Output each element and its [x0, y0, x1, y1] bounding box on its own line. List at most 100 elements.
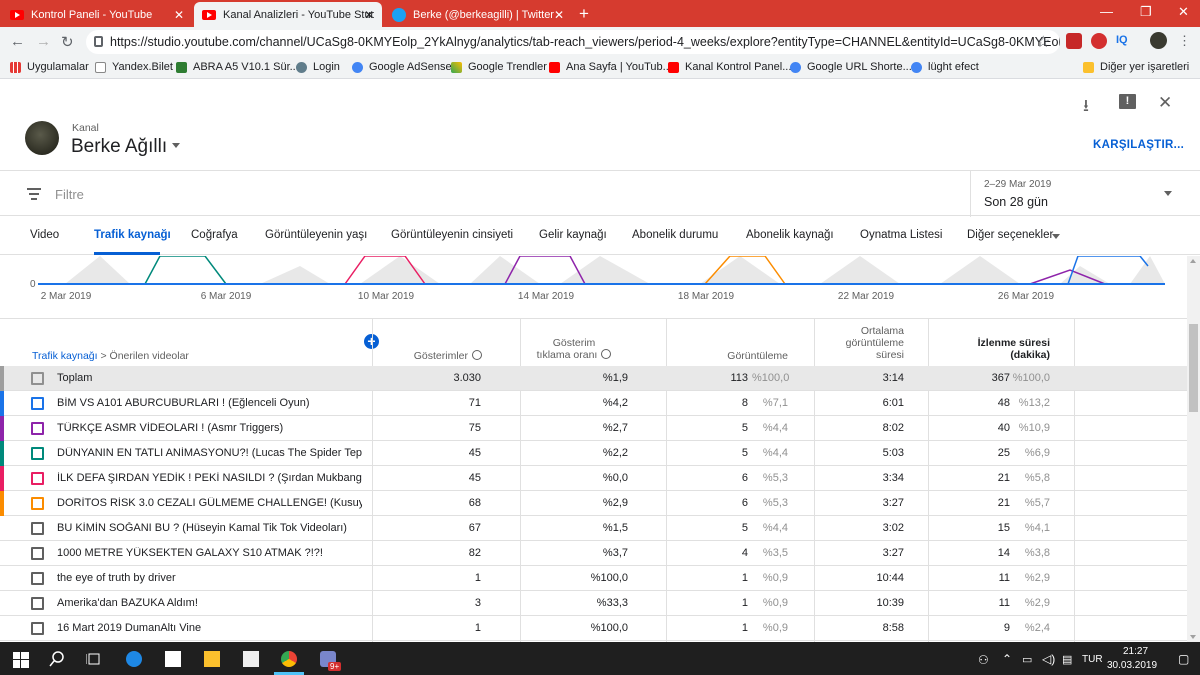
- row-checkbox[interactable]: [31, 447, 44, 460]
- window-close-icon[interactable]: ✕: [1178, 4, 1189, 20]
- scroll-down-icon[interactable]: [1190, 635, 1196, 639]
- clock-time[interactable]: 21:27: [1123, 646, 1148, 657]
- table-row[interactable]: DORİTOS RİSK 3.0 CEZALI GÜLMEME CHALLENG…: [0, 491, 1187, 516]
- tab-viewer-gender[interactable]: Görüntüleyenin cinsiyeti: [391, 229, 513, 241]
- video-title[interactable]: Amerika'dan BAZUKA Aldım!: [57, 597, 362, 609]
- bookmark-url-shortener[interactable]: Google URL Shorte...: [790, 61, 912, 73]
- download-icon[interactable]: ⭳: [1083, 93, 1089, 122]
- restore-icon[interactable]: ❐: [1140, 4, 1152, 20]
- tab-viewer-age[interactable]: Görüntüleyenin yaşı: [265, 229, 367, 241]
- bookmark-youtube-home[interactable]: Ana Sayfa | YouTub...: [549, 61, 672, 73]
- row-checkbox[interactable]: [31, 372, 44, 385]
- store-icon[interactable]: [243, 651, 259, 667]
- search-icon[interactable]: [49, 651, 65, 667]
- table-row[interactable]: BİM VS A101 ABURCUBURLARI ! (Eğlenceli O…: [0, 391, 1187, 416]
- vertical-scrollbar[interactable]: [1187, 256, 1200, 642]
- table-row[interactable]: DÜNYANIN EN TATLI ANİMASYONU?! (Lucas Th…: [0, 441, 1187, 466]
- channel-name[interactable]: Berke Ağıllı: [71, 136, 167, 158]
- bookmark-login[interactable]: Login: [296, 61, 340, 73]
- close-icon[interactable]: ✕: [1158, 93, 1172, 113]
- tab-playlist[interactable]: Oynatma Listesi: [860, 229, 942, 241]
- scroll-up-icon[interactable]: [1190, 259, 1196, 263]
- new-tab-button[interactable]: +: [574, 5, 594, 23]
- filter-icon[interactable]: [27, 188, 41, 203]
- back-icon[interactable]: ←: [10, 33, 25, 50]
- video-title[interactable]: 1000 METRE YÜKSEKTEN GALAXY S10 ATMAK ?!…: [57, 547, 362, 559]
- language-indicator[interactable]: TUR: [1082, 654, 1103, 665]
- table-row[interactable]: Amerika'dan BAZUKA Aldım! 3 %33,3 1 %0,9 10:3…: [0, 591, 1187, 616]
- extension-adblock-icon[interactable]: [1091, 33, 1107, 49]
- video-title[interactable]: the eye of truth by driver: [57, 572, 362, 584]
- breadcrumb-root-link[interactable]: Trafik kaynağı: [32, 350, 98, 362]
- edge-icon[interactable]: [126, 651, 142, 667]
- feedback-icon[interactable]: !: [1119, 94, 1136, 109]
- people-icon[interactable]: ⚇: [978, 653, 989, 667]
- bookmark-abra[interactable]: ABRA A5 V10.1 Sür...: [176, 61, 299, 73]
- tab-traffic-source[interactable]: Trafik kaynağı: [94, 229, 171, 241]
- column-ctr[interactable]: Gösterim tıklama oranı: [520, 337, 628, 361]
- chevron-down-icon[interactable]: [172, 143, 180, 148]
- row-checkbox[interactable]: [31, 622, 44, 635]
- tab-subscription-source[interactable]: Abonelik kaynağı: [746, 229, 834, 241]
- table-row[interactable]: BU KİMİN SOĞANI BU ? (Hüseyin Kamal Tik …: [0, 516, 1187, 541]
- bookmark-kanal-kontrol[interactable]: Kanal Kontrol Panel...: [668, 61, 791, 73]
- network-icon[interactable]: ▭: [1022, 653, 1032, 666]
- clock-date[interactable]: 30.03.2019: [1107, 660, 1157, 671]
- video-title[interactable]: BU KİMİN SOĞANI BU ? (Hüseyin Kamal Tik …: [57, 522, 362, 534]
- column-avg-view-duration[interactable]: Ortalama görüntüleme süresi: [818, 325, 904, 361]
- minimize-icon[interactable]: —: [1100, 4, 1113, 19]
- column-watch-time[interactable]: İzlenme süresi (dakika): [940, 337, 1050, 361]
- browser-menu-icon[interactable]: ⋮: [1178, 33, 1191, 49]
- tab-subscription-status[interactable]: Abonelik durumu: [632, 229, 718, 241]
- tab-geography[interactable]: Coğrafya: [191, 229, 238, 241]
- row-checkbox[interactable]: [31, 547, 44, 560]
- profile-avatar-icon[interactable]: [1150, 32, 1167, 49]
- filter-input[interactable]: Filtre: [55, 187, 84, 202]
- compare-button[interactable]: KARŞILAŞTIR...: [1093, 139, 1184, 151]
- scrollbar-thumb[interactable]: [1189, 324, 1198, 412]
- row-checkbox[interactable]: [31, 397, 44, 410]
- extension-iq-icon[interactable]: IQ: [1116, 34, 1128, 46]
- table-row[interactable]: 1000 METRE YÜKSEKTEN GALAXY S10 ATMAK ?!…: [0, 541, 1187, 566]
- bookmark-trends[interactable]: Google Trendler: [451, 61, 547, 73]
- tab-revenue-source[interactable]: Gelir kaynağı: [539, 229, 607, 241]
- video-title[interactable]: 16 Mart 2019 DumanAltı Vine: [57, 622, 362, 634]
- video-title[interactable]: BİM VS A101 ABURCUBURLARI ! (Eğlenceli O…: [57, 397, 362, 409]
- url-field[interactable]: https://studio.youtube.com/channel/UCaSg…: [86, 30, 1060, 54]
- close-tab-icon[interactable]: ✕: [174, 8, 184, 22]
- task-view-icon[interactable]: [86, 651, 102, 667]
- close-tab-icon[interactable]: ✕: [364, 8, 374, 22]
- windows-start-icon[interactable]: [13, 652, 29, 668]
- column-views[interactable]: Görüntüleme: [680, 350, 788, 362]
- video-title[interactable]: DORİTOS RİSK 3.0 CEZALI GÜLMEME CHALLENG…: [57, 497, 362, 509]
- table-row[interactable]: the eye of truth by driver 1 %100,0 1 %0,9 10…: [0, 566, 1187, 591]
- table-row[interactable]: TÜRKÇE ASMR VİDEOLARI ! (Asmr Triggers) 7…: [0, 416, 1187, 441]
- bookmark-other[interactable]: Diğer yer işaretleri: [1083, 61, 1189, 73]
- notifications-icon[interactable]: ▢: [1178, 652, 1189, 666]
- mail-icon[interactable]: [165, 651, 181, 667]
- bookmark-star-icon[interactable]: ☆: [1036, 32, 1050, 52]
- row-checkbox[interactable]: [31, 422, 44, 435]
- extension-red-icon[interactable]: [1066, 33, 1082, 49]
- file-explorer-icon[interactable]: [204, 651, 220, 667]
- row-checkbox[interactable]: [31, 597, 44, 610]
- tab-more-options[interactable]: Diğer seçenekler: [967, 229, 1053, 241]
- date-range-selector[interactable]: 2–29 Mar 2019 Son 28 gün: [970, 171, 1185, 217]
- table-row[interactable]: 16 Mart 2019 DumanAltı Vine 1 %100,0 1 %0,9 8…: [0, 616, 1187, 641]
- bookmark-yandex-bilet[interactable]: Yandex.Bilet: [95, 61, 173, 73]
- browser-tab-twitter[interactable]: Berke (@berkeagilli) | Twitter ✕: [384, 2, 572, 27]
- table-row[interactable]: İLK DEFA ŞIRDAN YEDİK ! PEKİ NASILDI ? (…: [0, 466, 1187, 491]
- volume-icon[interactable]: ◁): [1042, 652, 1055, 666]
- language-bar-icon[interactable]: ▤: [1062, 653, 1072, 666]
- reload-icon[interactable]: ↻: [61, 33, 74, 51]
- row-checkbox[interactable]: [31, 472, 44, 485]
- row-checkbox[interactable]: [31, 497, 44, 510]
- chrome-icon[interactable]: [281, 651, 297, 667]
- bookmark-adsense[interactable]: Google AdSense: [352, 61, 452, 73]
- table-total-row[interactable]: Toplam 3.030 %1,9 113 %100,0 3:14 367 %100,0: [0, 366, 1187, 391]
- row-checkbox[interactable]: [31, 572, 44, 585]
- browser-tab-kanal-analizleri[interactable]: Kanal Analizleri - YouTube Studio ✕: [194, 2, 382, 27]
- video-title[interactable]: TÜRKÇE ASMR VİDEOLARI ! (Asmr Triggers): [57, 422, 362, 434]
- row-checkbox[interactable]: [31, 522, 44, 535]
- browser-tab-kontrol-paneli[interactable]: Kontrol Paneli - YouTube ✕: [2, 2, 192, 27]
